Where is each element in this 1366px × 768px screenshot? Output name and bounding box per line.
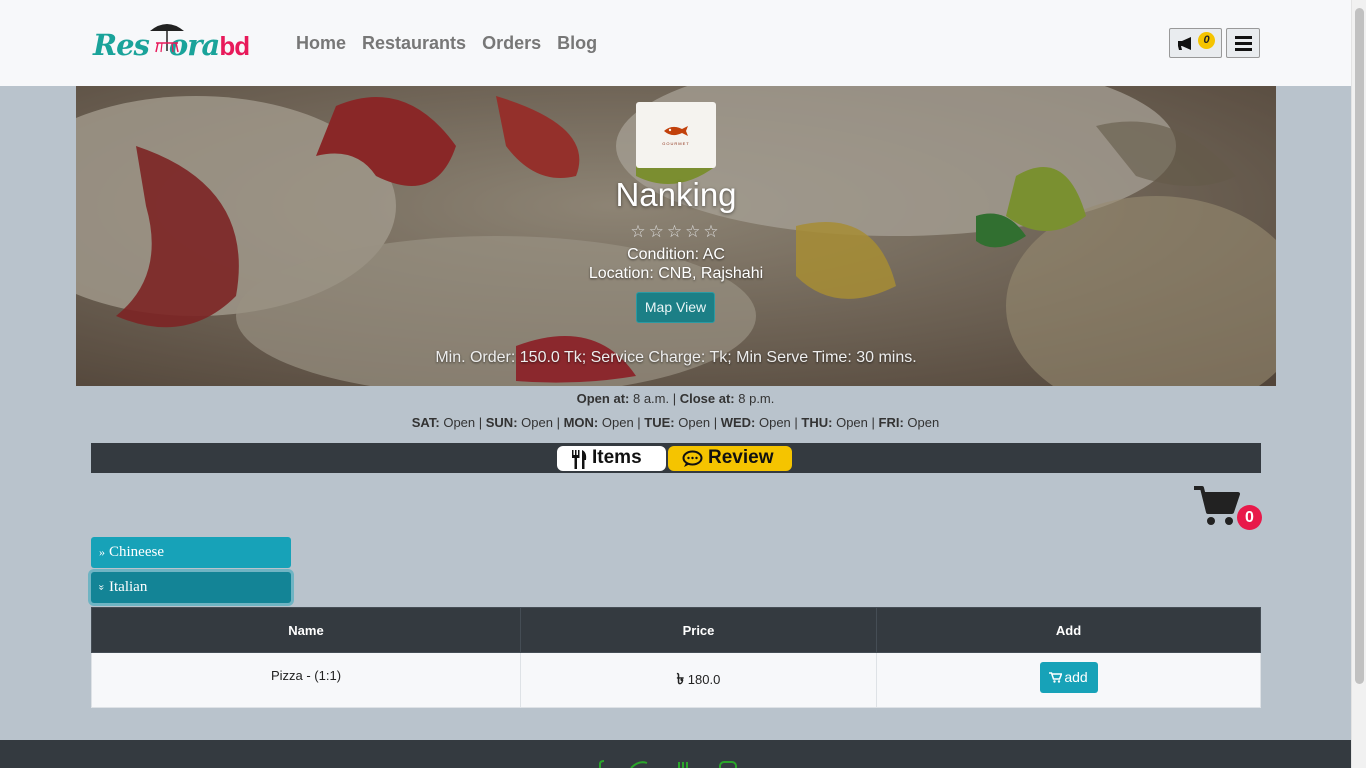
category-italian[interactable]: »Italian xyxy=(91,572,291,603)
condition-value: AC xyxy=(702,246,725,263)
day-status: Open xyxy=(521,415,553,430)
chevron-double-down-icon: » xyxy=(95,584,110,591)
day-label: SAT: xyxy=(411,415,440,430)
cart-plus-icon xyxy=(1049,672,1063,683)
day-label: SUN: xyxy=(485,415,518,430)
tab-review-label: Review xyxy=(708,447,774,468)
nav-blog[interactable]: Blog xyxy=(557,33,597,54)
column-header-add: Add xyxy=(876,607,1261,653)
column-header-price: Price xyxy=(520,607,877,653)
cart-button[interactable]: 0 xyxy=(1192,485,1262,531)
item-name: Pizza - (1:1) xyxy=(91,652,521,708)
day-status: Open xyxy=(907,415,940,430)
table-header-row: Name Price Add xyxy=(91,607,1261,653)
rating-stars: ☆☆☆☆☆ xyxy=(630,222,722,241)
nav-home[interactable]: Home xyxy=(296,33,346,54)
chevron-double-right-icon: » xyxy=(99,545,105,559)
close-at-value: 8 p.m. xyxy=(738,391,775,406)
min-order-info: Min. Order: 150.0 Tk; Service Charge: Tk… xyxy=(435,349,917,366)
hamburger-menu-button[interactable] xyxy=(1226,28,1260,58)
taka-currency-icon: ৳ xyxy=(676,671,685,688)
nav-orders[interactable]: Orders xyxy=(482,33,541,54)
page-scrollbar[interactable] xyxy=(1351,0,1366,768)
map-view-button[interactable]: Map View xyxy=(636,292,715,323)
hamburger-bar xyxy=(1235,42,1252,45)
menu-items-table: Name Price Add Pizza - (1:1) ৳ 180.0 add xyxy=(91,607,1261,708)
shopping-cart-icon xyxy=(1194,486,1240,525)
comment-icon xyxy=(682,450,703,467)
add-to-cart-button[interactable]: add xyxy=(1039,662,1098,693)
nav-restaurants[interactable]: Restaurants xyxy=(362,33,466,54)
day-label: MON: xyxy=(563,415,599,430)
condition-line: Condition: AC xyxy=(76,246,1276,264)
hamburger-bar xyxy=(1235,48,1252,51)
youtube-icon[interactable] xyxy=(676,760,694,768)
column-header-name: Name xyxy=(91,607,521,653)
tab-items-label: Items xyxy=(592,447,642,468)
tab-review[interactable]: Review xyxy=(668,446,792,471)
table-row: Pizza - (1:1) ৳ 180.0 add xyxy=(91,652,1261,708)
tab-items[interactable]: Items xyxy=(557,446,666,471)
category-label: Chineese xyxy=(109,544,164,560)
notification-count-badge: 0 xyxy=(1198,32,1215,49)
open-at-label: Open at: xyxy=(576,391,630,406)
location-label: Location: xyxy=(588,265,654,282)
day-status: Open xyxy=(758,415,791,430)
location-value: CNB, Rajshahi xyxy=(658,265,764,282)
opening-hours: Open at: 8 a.m. | Close at: 8 p.m. xyxy=(576,391,775,406)
top-navbar: Res orabd Home Restaurants Orders Blog 0 xyxy=(0,0,1351,86)
site-logo[interactable]: Res orabd xyxy=(93,24,261,64)
scrollbar-thumb[interactable] xyxy=(1355,8,1364,684)
item-price: 180.0 xyxy=(687,672,721,687)
restaurant-hero: GOURMET Nanking ☆☆☆☆☆ Condition: AC Loca… xyxy=(76,86,1276,386)
restaurant-logo: GOURMET xyxy=(636,102,716,168)
restaurant-name: Nanking xyxy=(615,176,737,213)
day-status: Open xyxy=(443,415,476,430)
twitter-icon[interactable] xyxy=(630,760,648,768)
footer xyxy=(0,740,1351,768)
day-label: WED: xyxy=(720,415,756,430)
close-at-label: Close at: xyxy=(679,391,735,406)
day-status: Open xyxy=(678,415,711,430)
open-at-value: 8 a.m. xyxy=(632,391,670,406)
category-chineese[interactable]: » Chineese xyxy=(91,537,291,568)
main-nav: Home Restaurants Orders Blog xyxy=(296,33,597,54)
bullhorn-icon xyxy=(1178,37,1191,50)
location-line: Location: CNB, Rajshahi xyxy=(76,265,1276,283)
item-price-cell: ৳ 180.0 xyxy=(520,652,877,708)
notifications-button[interactable]: 0 xyxy=(1169,28,1222,58)
weekly-schedule: SAT: Open | SUN: Open | MON: Open | TUE:… xyxy=(411,415,940,430)
day-label: TUE: xyxy=(644,415,675,430)
utensils-icon xyxy=(572,450,587,469)
fish-logo-icon xyxy=(664,126,688,136)
hamburger-menu-icon xyxy=(1235,36,1252,39)
day-status: Open xyxy=(836,415,868,430)
condition-label: Condition: xyxy=(627,246,700,263)
umbrella-icon xyxy=(150,24,184,53)
day-label: FRI: xyxy=(878,415,904,430)
cart-count-badge: 0 xyxy=(1237,505,1262,530)
day-label: THU: xyxy=(801,415,833,430)
facebook-icon[interactable] xyxy=(592,760,610,768)
day-status: Open xyxy=(601,415,634,430)
instagram-icon[interactable] xyxy=(719,760,737,768)
add-button-label: add xyxy=(1064,669,1088,685)
content-tab-bar: Items Review xyxy=(91,443,1261,473)
restaurant-logo-caption: GOURMET xyxy=(662,141,690,146)
item-add-cell: add xyxy=(876,652,1261,708)
